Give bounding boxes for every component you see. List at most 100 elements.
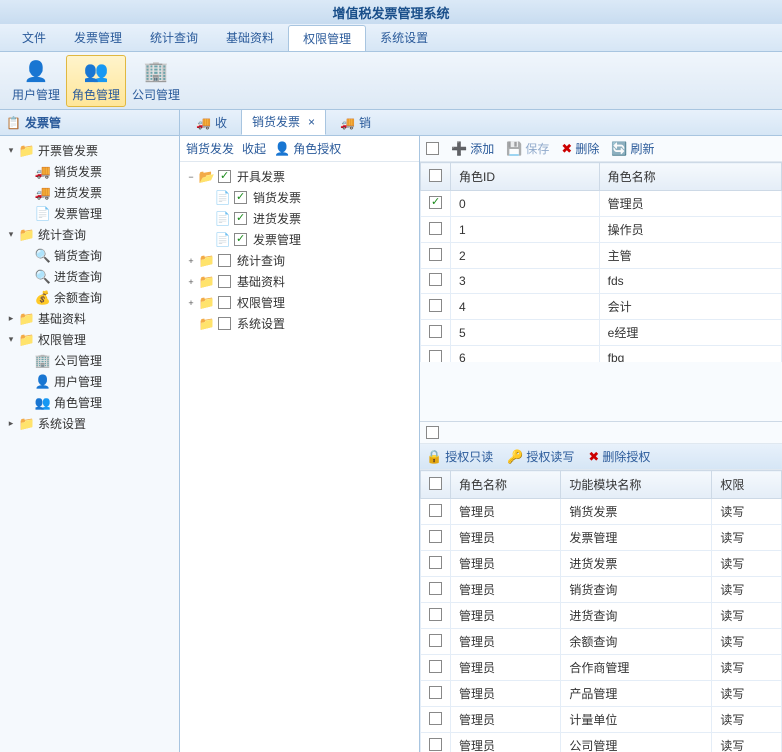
table-row[interactable]: 1操作员 [421, 217, 782, 243]
menu-0[interactable]: 文件 [8, 25, 60, 50]
module-checkbox[interactable] [218, 275, 231, 288]
row-checkbox[interactable] [429, 738, 442, 751]
row-checkbox[interactable] [429, 556, 442, 569]
close-icon[interactable]: × [308, 115, 315, 129]
module-checkbox[interactable] [234, 233, 247, 246]
table-row[interactable]: 2主管 [421, 243, 782, 269]
table-row[interactable]: 6fbg [421, 346, 782, 363]
table-row[interactable]: 3fds [421, 269, 782, 294]
expander-icon [22, 293, 32, 303]
select-all-checkbox[interactable] [426, 142, 439, 155]
row-checkbox[interactable] [429, 530, 442, 543]
tab[interactable]: 销货发票 × [241, 110, 326, 135]
tree-node[interactable]: 🚚进货发票 [2, 182, 177, 203]
table-row[interactable]: 管理员公司管理读写 [421, 733, 782, 752]
tab[interactable]: 🚚收 [186, 110, 237, 135]
disk-icon: 💾 [506, 141, 522, 157]
module-node[interactable]: 📄进货发票 [182, 208, 417, 229]
row-checkbox[interactable] [429, 222, 442, 235]
tree-node[interactable]: 👥角色管理 [2, 392, 177, 413]
tree-node[interactable]: ▾📁开票管发票 [2, 140, 177, 161]
module-node[interactable]: +📁基础资料 [182, 271, 417, 292]
module-checkbox[interactable] [218, 254, 231, 267]
module-checkbox[interactable] [234, 191, 247, 204]
module-node[interactable]: 📄销货发票 [182, 187, 417, 208]
row-checkbox[interactable] [429, 325, 442, 338]
table-row[interactable]: 管理员销货查询读写 [421, 577, 782, 603]
row-checkbox[interactable] [429, 712, 442, 725]
module-node[interactable]: 📁系统设置 [182, 313, 417, 334]
cell-module: 销货发票 [561, 499, 712, 525]
tree-label: 进货查询 [54, 268, 102, 285]
module-checkbox[interactable] [218, 170, 231, 183]
row-checkbox[interactable] [429, 248, 442, 261]
col-chk[interactable] [429, 169, 442, 182]
tree-node[interactable]: 🔍进货查询 [2, 266, 177, 287]
table-row[interactable]: 0管理员 [421, 191, 782, 217]
module-node[interactable]: +📁权限管理 [182, 292, 417, 313]
tree-node[interactable]: 🚚销货发票 [2, 161, 177, 182]
toolbar-公司管理[interactable]: 🏢公司管理 [126, 55, 186, 107]
module-checkbox[interactable] [218, 317, 231, 330]
row-checkbox[interactable] [429, 582, 442, 595]
delete-button[interactable]: ✖删除 [561, 140, 599, 157]
row-checkbox[interactable] [429, 299, 442, 312]
menu-1[interactable]: 发票管理 [60, 25, 136, 50]
tree-node[interactable]: 👤用户管理 [2, 371, 177, 392]
table-row[interactable]: 管理员余额查询读写 [421, 629, 782, 655]
tree-node[interactable]: 📄发票管理 [2, 203, 177, 224]
table-row[interactable]: 管理员发票管理读写 [421, 525, 782, 551]
row-checkbox[interactable] [429, 350, 442, 362]
row-checkbox[interactable] [429, 196, 442, 209]
back-link[interactable]: 销货发发 [186, 140, 234, 157]
tree-node[interactable]: 🔍销货查询 [2, 245, 177, 266]
table-row[interactable]: 4会计 [421, 294, 782, 320]
menu-3[interactable]: 基础资料 [212, 25, 288, 50]
row-checkbox[interactable] [429, 273, 442, 286]
table-row[interactable]: 管理员合作商管理读写 [421, 655, 782, 681]
perm-select-all[interactable] [426, 426, 439, 439]
module-node[interactable]: +📁统计查询 [182, 250, 417, 271]
tree-node[interactable]: 🏢公司管理 [2, 350, 177, 371]
row-checkbox[interactable] [429, 608, 442, 621]
row-checkbox[interactable] [429, 504, 442, 517]
module-checkbox[interactable] [234, 212, 247, 225]
collapse-button[interactable]: 收起 [242, 140, 266, 157]
tab-label: 销货发票 [252, 113, 300, 130]
menu-4[interactable]: 权限管理 [288, 25, 366, 51]
remove-auth-button[interactable]: ✖删除授权 [588, 448, 650, 465]
toolbar-用户管理[interactable]: 👤用户管理 [6, 55, 66, 107]
save-button[interactable]: 💾保存 [506, 140, 549, 157]
table-row[interactable]: 管理员产品管理读写 [421, 681, 782, 707]
table-row[interactable]: 管理员计量单位读写 [421, 707, 782, 733]
cell-role: 管理员 [451, 603, 561, 629]
refresh-button[interactable]: 🔄刷新 [611, 140, 654, 157]
add-button[interactable]: ➕添加 [451, 140, 494, 157]
tree-node[interactable]: 💰余额查询 [2, 287, 177, 308]
row-checkbox[interactable] [429, 686, 442, 699]
tree-node[interactable]: ▾📁权限管理 [2, 329, 177, 350]
auth-readonly-button[interactable]: 🔒授权只读 [426, 448, 493, 465]
tab[interactable]: 🚚销 [330, 110, 381, 135]
table-row[interactable]: 5e经理 [421, 320, 782, 346]
menu-2[interactable]: 统计查询 [136, 25, 212, 50]
col-chk[interactable] [429, 477, 442, 490]
module-node[interactable]: 📄发票管理 [182, 229, 417, 250]
row-checkbox[interactable] [429, 634, 442, 647]
menu-5[interactable]: 系统设置 [366, 25, 442, 50]
auth-readwrite-button[interactable]: 🔑授权读写 [507, 448, 574, 465]
expander-icon [22, 188, 32, 198]
folder-icon: 📁 [199, 296, 215, 310]
row-checkbox[interactable] [429, 660, 442, 673]
tree-node[interactable]: ▸📁基础资料 [2, 308, 177, 329]
table-row[interactable]: 管理员销货发票读写 [421, 499, 782, 525]
role-auth-button[interactable]: 👤角色授权 [274, 140, 341, 157]
toolbar-角色管理[interactable]: 👥角色管理 [66, 55, 126, 107]
tree-node[interactable]: ▾📁统计查询 [2, 224, 177, 245]
module-checkbox[interactable] [218, 296, 231, 309]
tree-node[interactable]: ▸📁系统设置 [2, 413, 177, 434]
key-icon: 🔑 [507, 449, 523, 465]
module-node[interactable]: −📂开具发票 [182, 166, 417, 187]
table-row[interactable]: 管理员进货发票读写 [421, 551, 782, 577]
table-row[interactable]: 管理员进货查询读写 [421, 603, 782, 629]
